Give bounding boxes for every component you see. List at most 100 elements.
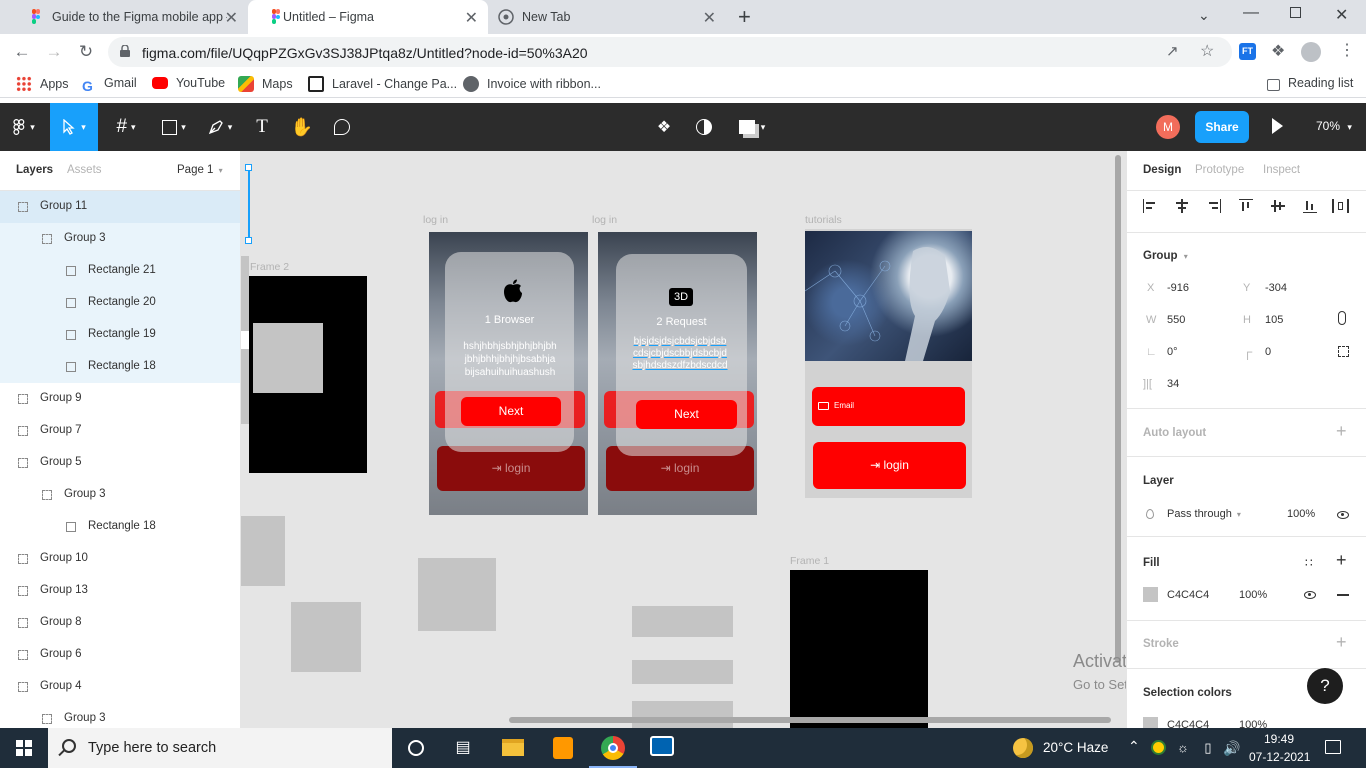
text-tool-button[interactable]: T [246,103,278,151]
layer-row[interactable]: Group 6 [0,639,240,671]
frame-1[interactable] [790,570,928,728]
task-view-icon[interactable]: ▤ [451,736,475,760]
tab-inspect[interactable]: Inspect [1263,164,1300,176]
layer-row[interactable]: Group 5 [0,447,240,479]
layer-opacity-input[interactable]: 100% [1287,508,1315,520]
bookmark-laravel[interactable]: Laravel - Change Pa... [308,76,457,92]
close-tab-icon[interactable]: ✕ [465,8,478,28]
frame-label-login-1[interactable]: log in [423,214,448,226]
frame-2[interactable] [249,276,367,473]
rectangle[interactable] [291,602,361,672]
email-button[interactable]: Email [812,387,965,426]
extension-ft-icon[interactable]: FT [1239,43,1256,60]
close-tab-icon[interactable]: ✕ [703,8,716,28]
close-tab-icon[interactable]: ✕ [225,8,238,28]
cortana-circle-icon[interactable] [408,740,424,756]
selection-outline[interactable] [248,167,250,241]
shape-tool-button[interactable]: ▾ [152,103,196,151]
layer-row[interactable]: Group 13 [0,575,240,607]
profile-avatar-icon[interactable] [1301,42,1321,62]
layer-row[interactable]: Group 9 [0,383,240,415]
rectangle[interactable] [632,660,733,684]
align-top-icon[interactable] [1239,199,1253,213]
selection-hex[interactable]: C4C4C4 [1167,719,1209,728]
extensions-puzzle-icon[interactable]: ❖ [1271,41,1285,61]
blend-mode-dropdown[interactable]: Pass through ▾ [1167,508,1241,520]
clock-time[interactable]: 19:49 [1264,732,1294,746]
tab-assets[interactable]: Assets [67,164,102,176]
frame-label-frame-2[interactable]: Frame 2 [250,261,289,273]
login-screen-2[interactable]: ⇥ login 3D 2 Request bjsjdsjdsjcbdsjcbjd… [598,232,757,515]
share-button[interactable]: Share [1195,111,1249,143]
address-bar[interactable]: figma.com/file/UQqpPZGxGv3SJ38JPtqa8z/Un… [108,37,1232,67]
align-left-icon[interactable] [1143,199,1157,213]
layer-row[interactable]: Rectangle 20 [0,287,240,319]
bookmark-maps[interactable]: Maps [238,76,293,92]
remove-fill-icon[interactable] [1337,594,1349,596]
browser-tab-new-tab[interactable]: New Tab ✕ [488,0,728,34]
style-grid-icon[interactable]: ∷ [1305,556,1313,570]
restore-window-icon[interactable] [1290,7,1301,18]
layer-row[interactable]: Group 8 [0,607,240,639]
layer-row[interactable]: Group 4 [0,671,240,703]
mask-button[interactable] [690,103,718,151]
layer-row[interactable]: Rectangle 18 [0,511,240,543]
align-right-icon[interactable] [1207,199,1221,213]
align-bottom-icon[interactable] [1303,199,1317,213]
rotation-input[interactable]: 0° [1167,346,1178,358]
layer-row[interactable]: Group 10 [0,543,240,575]
reload-icon[interactable]: ↻ [75,41,97,63]
page-selector[interactable]: Page 1 ▾ [177,164,223,176]
bookmark-invoice[interactable]: Invoice with ribbon... [463,76,601,92]
frame-label-frame-1[interactable]: Frame 1 [790,555,829,567]
components-button[interactable]: ❖ [650,103,678,151]
zoom-dropdown[interactable]: 70% ▾ [1316,119,1352,133]
design-canvas[interactable]: Frame 2 log in ⇥ login 1 Browser hshjhbh… [241,151,1126,728]
windows-start-icon[interactable] [16,740,32,756]
clock-date[interactable]: 07-12-2021 [1249,750,1310,764]
layer-row[interactable]: Rectangle 21 [0,255,240,287]
rectangle[interactable] [253,323,323,393]
bookmark-youtube[interactable]: YouTube [152,76,225,90]
bookmark-apps[interactable]: Apps [16,76,69,92]
spacing-input[interactable]: 34 [1167,378,1179,390]
selection-opacity[interactable]: 100% [1239,719,1267,728]
tab-layers[interactable]: Layers [16,164,53,176]
close-window-icon[interactable]: ✕ [1335,5,1348,25]
pen-tool-button[interactable]: ▾ [198,103,242,151]
back-arrow-icon[interactable]: ← [11,41,33,63]
rectangle[interactable] [241,516,285,586]
new-tab-button[interactable]: + [738,4,751,30]
align-horizontal-center-icon[interactable] [1175,199,1189,213]
corner-radius-input[interactable]: 0 [1265,346,1271,358]
independent-corners-icon[interactable] [1338,346,1349,357]
fill-opacity-input[interactable]: 100% [1239,589,1267,601]
weather-text[interactable]: 20°C Haze [1043,740,1108,755]
group-section-title[interactable]: Group ▾ [1143,250,1188,262]
layer-row[interactable]: Group 3 [0,223,240,255]
help-button[interactable]: ? [1307,668,1343,704]
login-screen-1[interactable]: ⇥ login 1 Browser hshjhbhjsbhjbhjbhjbh j… [429,232,588,515]
volume-speaker-icon[interactable]: 🔊 [1220,736,1244,760]
tab-prototype[interactable]: Prototype [1195,164,1244,176]
boolean-operations-button[interactable]: ▾ [732,103,772,151]
network-icon[interactable]: ▯ [1196,736,1220,760]
distribute-icon[interactable] [1332,199,1350,213]
layer-row[interactable]: Group 3 [0,703,240,728]
fill-color-swatch[interactable] [1143,587,1158,602]
login-button[interactable]: ⇥ login [813,442,966,489]
add-stroke-icon[interactable]: + [1336,632,1347,653]
layer-row[interactable]: Group 11 [0,191,240,223]
browser-tab-figma-guide[interactable]: Guide to the Figma mobile app – ✕ [8,0,248,34]
taskbar-search-box[interactable]: Type here to search [48,728,392,768]
layer-row[interactable]: Group 7 [0,415,240,447]
layer-row[interactable]: Rectangle 18 [0,351,240,383]
feedback-app-icon[interactable] [650,736,674,756]
browser-tab-figma-untitled[interactable]: Untitled – Figma ✕ [248,0,488,34]
tray-app-icon[interactable] [1151,740,1166,755]
chrome-icon[interactable] [601,736,625,760]
constrain-proportions-icon[interactable] [1338,311,1346,325]
selection-color-swatch[interactable] [1143,717,1158,728]
fill-hex-input[interactable]: C4C4C4 [1167,589,1209,601]
frame-label-login-2[interactable]: log in [592,214,617,226]
